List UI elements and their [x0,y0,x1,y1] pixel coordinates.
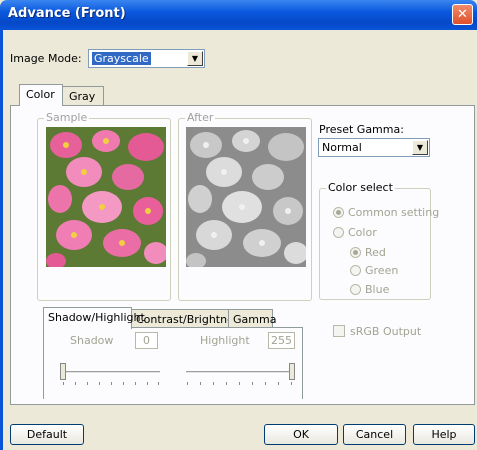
red-option-label: Red [365,246,386,259]
tick [99,382,100,385]
image-mode-value: Grayscale [92,52,151,65]
window-border [0,30,3,450]
tab-shadow-highlight[interactable]: Shadow/Highlight [43,307,145,329]
tick [226,382,227,385]
tick [147,382,148,385]
highlight-label: Highlight [200,334,250,347]
shadow-label: Shadow [70,334,114,347]
cancel-button[interactable]: Cancel [343,424,406,445]
close-icon: ✕ [457,7,468,22]
tab-gamma[interactable]: Gamma [228,309,277,329]
highlight-value: 255 [271,334,292,347]
radio-blue[interactable] [350,284,361,295]
ok-button[interactable]: OK [264,424,338,445]
tab-color-label: Color [26,88,55,101]
highlight-field[interactable]: 255 [268,332,295,349]
tab-shadow-highlight-label: Shadow/Highlight [48,311,145,324]
tick [87,382,88,385]
sample-image [46,127,166,267]
tick [135,382,136,385]
tick [265,382,266,385]
radio-green[interactable] [350,265,361,276]
shadow-slider-track[interactable] [62,371,160,374]
preset-gamma-select[interactable]: Normal ▼ [318,138,430,157]
color-option-label: Color [348,226,377,239]
radio-color[interactable] [333,227,344,238]
tick [123,382,124,385]
help-button[interactable]: Help [413,424,475,445]
tick [200,382,201,385]
shadow-slider-thumb[interactable] [60,363,66,380]
tick [291,382,292,385]
default-button-label: Default [26,428,68,441]
tick [158,382,159,385]
tick [111,382,112,385]
default-button[interactable]: Default [10,424,84,445]
sample-label: Sample [44,111,90,124]
tab-contrast-brightness[interactable]: Contrast/Brightness [131,309,245,329]
tab-color[interactable]: Color [19,84,63,106]
srgb-output-checkbox[interactable] [333,325,345,337]
tick [63,382,64,385]
shadow-field[interactable]: 0 [135,332,158,349]
preset-gamma-value: Normal [322,141,362,154]
after-image [186,127,306,267]
highlight-slider-track[interactable] [186,371,294,374]
radio-red[interactable] [350,247,361,258]
radio-common-setting[interactable] [333,207,344,218]
tick [187,382,188,385]
blue-option-label: Blue [365,283,390,296]
help-button-label: Help [431,428,457,441]
ok-button-label: OK [293,428,309,441]
tab-gamma-label: Gamma [233,313,277,326]
close-button[interactable]: ✕ [452,4,473,25]
srgb-output-label: sRGB Output [350,325,422,338]
tick [278,382,279,385]
tick [239,382,240,385]
title-bar[interactable]: Advance (Front) ✕ [0,0,477,30]
tick [252,382,253,385]
highlight-slider-thumb[interactable] [289,363,295,380]
chevron-down-icon[interactable]: ▼ [412,140,428,155]
shadow-value: 0 [143,334,150,347]
image-mode-select[interactable]: Grayscale ▼ [88,49,205,68]
window-title: Advance (Front) [8,6,126,21]
chevron-down-icon[interactable]: ▼ [187,51,203,66]
tick [75,382,76,385]
tab-gray[interactable]: Gray [62,86,104,106]
green-option-label: Green [365,264,399,277]
preset-gamma-label: Preset Gamma: [319,123,404,136]
cancel-button-label: Cancel [355,428,394,441]
image-mode-label: Image Mode: [10,52,82,65]
common-setting-label: Common setting [348,206,440,219]
color-select-label: Color select [326,181,395,194]
tick [213,382,214,385]
tab-gray-label: Gray [69,90,96,103]
after-label: After [185,111,216,124]
